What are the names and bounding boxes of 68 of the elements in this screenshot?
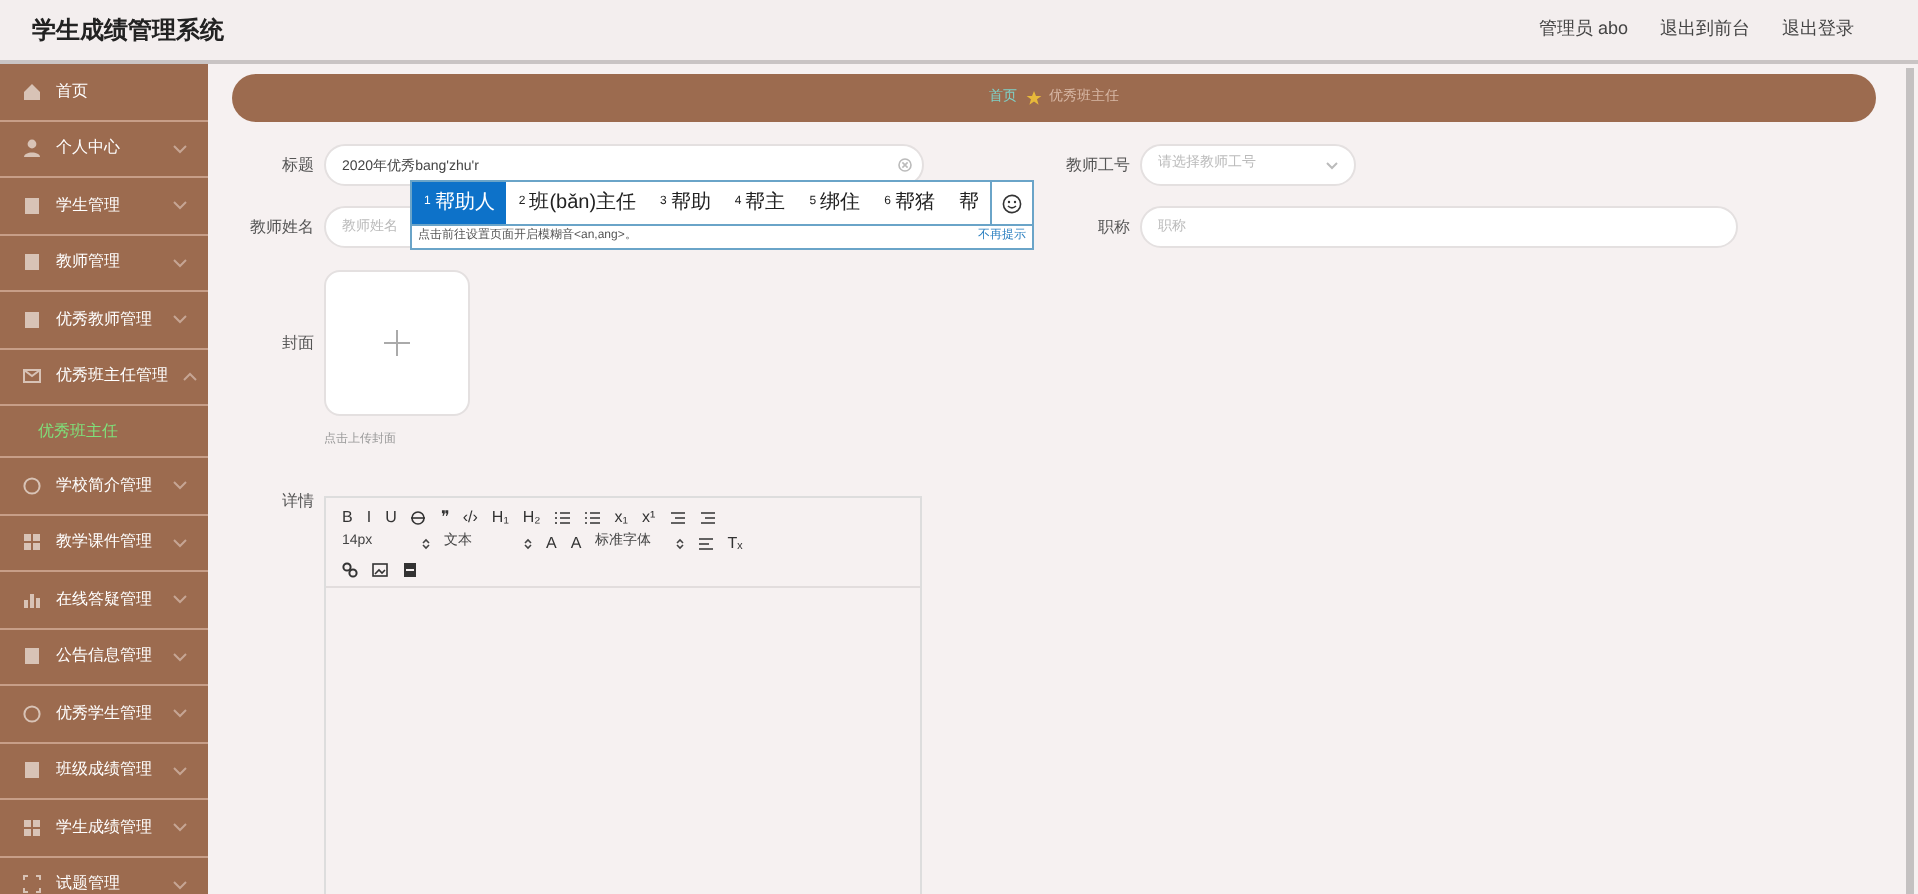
link-icon[interactable] [342,561,358,577]
indent-icon[interactable] [699,509,716,525]
align-icon[interactable] [697,535,714,551]
globe-icon [22,475,42,496]
toolbar-button[interactable]: U [385,509,397,525]
field-label: 教师姓名 [248,215,316,239]
sidebar-item[interactable]: 学生管理 [0,178,208,235]
toolbar-button[interactable]: A [546,535,557,551]
user-icon [22,138,42,159]
grid-icon [22,532,42,553]
globe-icon [22,703,42,724]
sidebar-item[interactable]: 教师管理 [0,235,208,292]
toolbar-button[interactable]: x₁ [614,509,628,525]
bar-chart-icon [22,589,42,610]
document-icon [22,646,42,667]
sidebar-item[interactable]: 个人中心 [0,121,208,178]
clear-icon [898,158,912,172]
toolbar-button[interactable]: H₂ [522,509,541,525]
bullet-list-icon[interactable] [584,509,601,525]
document-icon [22,252,42,273]
sidebar-item[interactable]: 在线答疑管理 [0,572,208,629]
updown-icon [524,537,532,549]
star-icon [1025,90,1041,106]
strikethrough-icon[interactable] [410,509,427,525]
image-icon[interactable] [372,561,388,577]
toolbar-button[interactable]: A [570,535,582,551]
field-label: 详情 [280,490,316,514]
sidebar-item[interactable]: 优秀班主任管理 [0,349,208,406]
document-icon [22,309,42,330]
toolbar-button[interactable]: x¹ [642,509,656,525]
toolbar-button[interactable]: B [342,509,353,525]
home-icon [22,81,42,102]
grid-icon [22,817,42,838]
header-link[interactable]: 管理员 abo [1538,16,1628,44]
plus-icon [384,330,410,356]
mail-icon [22,366,42,387]
document-icon [22,195,42,216]
sidebar-item[interactable]: 公告信息管理 [0,629,208,686]
ime-candidate[interactable]: 帮 [946,182,991,224]
updown-icon [422,537,430,549]
header-link[interactable]: 退出到前台 [1660,16,1750,44]
header-link[interactable]: 退出登录 [1782,16,1854,44]
sidebar-item[interactable]: 学生成绩管理 [0,800,208,857]
updown-icon [675,537,684,549]
sidebar-item[interactable]: 教学课件管理 [0,515,208,572]
video-icon[interactable] [402,561,418,577]
sidebar-item[interactable]: 首页 [0,64,208,121]
toolbar-button[interactable]: I [366,509,372,525]
sidebar-item[interactable]: 班级成绩管理 [0,743,208,800]
ordered-list-icon[interactable] [554,509,571,525]
app-title: 学生成绩管理系统 [32,14,224,48]
toolbar-button[interactable]: ❞ [440,509,449,525]
toolbar-button[interactable]: ‹/› [462,509,478,525]
document-icon [22,760,42,781]
frame-icon [22,874,42,894]
toolbar-button[interactable]: Tₓ [727,535,743,551]
toolbar-button[interactable]: H₁ [491,509,509,525]
field-label: 教师工号 [1064,153,1132,177]
field-label: 封面 [280,331,316,355]
sidebar-item[interactable]: 学校简介管理 [0,458,208,515]
smiley-icon [1002,193,1023,213]
sidebar-item[interactable]: 优秀学生管理 [0,686,208,743]
sidebar-item[interactable]: 优秀教师管理 [0,292,208,349]
field-label: 职称 [1096,215,1132,239]
chevron-down-icon [1326,161,1338,169]
indent-icon[interactable] [669,509,686,525]
sidebar-item[interactable]: 试题管理 [0,857,208,894]
field-label: 标题 [280,153,316,177]
